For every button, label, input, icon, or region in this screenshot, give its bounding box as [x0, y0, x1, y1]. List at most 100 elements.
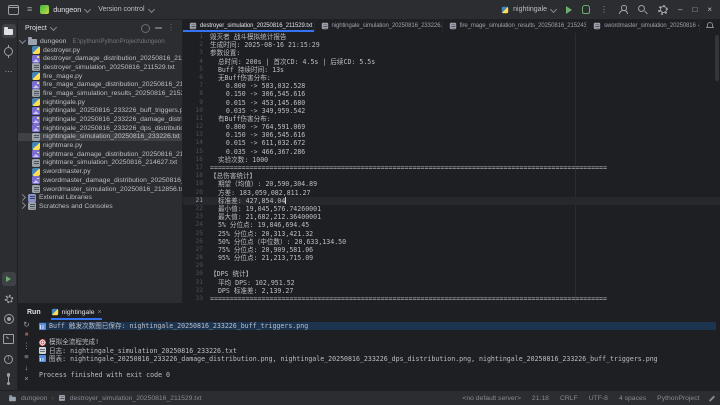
statusbar-item-4[interactable]: 4 spaces: [619, 395, 646, 402]
editor-line[interactable]: 27 75% 分位点: 20,909,581.06: [183, 246, 720, 254]
editor-line[interactable]: 29: [183, 262, 720, 270]
editor-line[interactable]: 21 标准差: 427,854.04: [183, 197, 720, 205]
editor-line[interactable]: 7 0.800 -> 583,032.528: [183, 82, 720, 90]
tree-item-nightmare-damage-distribution-20250816-214627-png[interactable]: nightmare_damage_distribution_20250816_2…: [18, 150, 182, 159]
editor-line[interactable]: 15 0.035 -> 466,367.286: [183, 148, 720, 156]
editor-line[interactable]: 25 25% 分位点: 20,313,421.32: [183, 230, 720, 238]
editor-line[interactable]: 6 无Buff伤害分布:: [183, 74, 720, 82]
editor-tab-fire_mage_simulation[interactable]: fire_mage_simulation_results_20250816_21…: [443, 20, 587, 32]
tree-item-fire-mage-py[interactable]: fire_mage.py: [18, 72, 182, 81]
project-tree[interactable]: dungeonE:\python\PythonProject\dungeonde…: [18, 36, 182, 303]
editor-line[interactable]: 11 有Buff伤害分布:: [183, 115, 720, 123]
editor-line[interactable]: 30【DPS 统计】: [183, 270, 720, 278]
run-tool-window-button[interactable]: [2, 272, 16, 286]
panel-options-icon[interactable]: ⋮: [167, 24, 175, 32]
tree-item-dungeon[interactable]: dungeonE:\python\PythonProject\dungeon: [18, 37, 182, 46]
more-tool-windows-button[interactable]: ⋯: [2, 64, 16, 78]
editor-line[interactable]: 19 期望（均值）: 20,590,304.89: [183, 180, 720, 188]
minimize-button[interactable]: –: [678, 6, 682, 14]
editor[interactable]: 1毁灭者 战斗模拟统计报告2生成时间: 2025-08-16 21:15:293…: [183, 33, 720, 303]
editor-line[interactable]: 3参数设置:: [183, 49, 720, 57]
run-button[interactable]: [566, 6, 572, 14]
tree-item-nightmare-py[interactable]: nightmare.py: [18, 141, 182, 150]
code-with-me-icon[interactable]: [618, 5, 628, 14]
tree-item-swordmaster-py[interactable]: swordmaster.py: [18, 167, 182, 176]
editor-scrollbar-thumb[interactable]: [715, 35, 719, 81]
editor-line[interactable]: 28 95% 分位点: 21,213,715.09: [183, 254, 720, 262]
editor-line[interactable]: 26 50% 分位点（中位数）: 20,633,134.50: [183, 238, 720, 246]
editor-tab-swordmaster_simulati[interactable]: swordmaster_simulation_20250816: [587, 20, 700, 32]
run-configuration-widget[interactable]: nightingale: [501, 6, 556, 14]
settings-gear-icon[interactable]: [658, 5, 668, 15]
tree-item-destroyer-simulation-20250816-211529-txt[interactable]: destroyer_simulation_20250816_211529.txt: [18, 63, 182, 72]
statusbar-item-5[interactable]: PythonProject: [657, 395, 699, 402]
write-access-icon[interactable]: [708, 395, 714, 401]
scroll-to-end-icon[interactable]: ↓: [25, 364, 29, 372]
editor-line[interactable]: 8 0.150 -> 306,545.616: [183, 90, 720, 98]
chevron-right-icon[interactable]: [19, 194, 26, 201]
editor-line[interactable]: 22 最小值: 19,045,576.74260001: [183, 205, 720, 213]
maximize-button[interactable]: □: [692, 6, 697, 14]
editor-line[interactable]: 17======================================…: [183, 164, 720, 172]
tree-item-nightingale-py[interactable]: nightingale.py: [18, 98, 182, 107]
commit-tool-window-button[interactable]: [2, 44, 16, 58]
debug-tool-window-button[interactable]: [2, 312, 16, 326]
run-console[interactable]: Buff 触发次数图已保存: nightingale_20250816_2332…: [35, 320, 720, 390]
editor-line[interactable]: 32 DPS 标准差: 2,139.27: [183, 287, 720, 295]
statusbar-item-3[interactable]: UTF-8: [589, 395, 608, 402]
breadcrumb-project[interactable]: dungeon: [21, 395, 47, 402]
vcs-tool-window-button[interactable]: [2, 372, 16, 386]
clear-console-icon[interactable]: ×: [24, 375, 28, 383]
editor-line[interactable]: 20 方差: 183,059,082,811.27: [183, 189, 720, 197]
notifications-bell-icon[interactable]: [706, 22, 714, 30]
tree-item-fire-mage-simulation-results-20250816-215243-txt[interactable]: fire_mage_simulation_results_20250816_21…: [18, 89, 182, 98]
statusbar-item-2[interactable]: CRLF: [560, 395, 578, 402]
tree-item-fire-mage-damage-distribution-20250816-215243-png[interactable]: fire_mage_damage_distribution_20250816_2…: [18, 80, 182, 89]
tree-item-nightmare-simulation-20250816-214627-txt[interactable]: nightmare_simulation_20250816_214627.txt: [18, 159, 182, 168]
editor-line[interactable]: 10 0.035 -> 349,959.542: [183, 107, 720, 115]
tree-item-nightingale-20250816-233226-damage-distribution-png[interactable]: nightingale_20250816_233226_damage_distr…: [18, 115, 182, 124]
console-options-icon[interactable]: ⋮: [23, 342, 31, 350]
editor-line[interactable]: 16 实验次数: 1000: [183, 156, 720, 164]
close-button[interactable]: ×: [707, 6, 712, 14]
tree-item-nightingale-simulation-20250816-233226-txt[interactable]: nightingale_simulation_20250816_233226.t…: [18, 133, 182, 142]
project-panel-title[interactable]: Project: [25, 25, 47, 32]
soft-wrap-icon[interactable]: ≡: [24, 353, 28, 361]
statusbar-item-0[interactable]: <no default server>: [462, 395, 521, 402]
editor-line[interactable]: 24 5% 分位点: 19,846,694.45: [183, 221, 720, 229]
editor-line[interactable]: 9 0.015 -> 453,145.680: [183, 99, 720, 107]
chevron-down-icon[interactable]: [19, 37, 26, 44]
tree-item-destroyer-py[interactable]: destroyer.py: [18, 46, 182, 55]
editor-line[interactable]: 1毁灭者 战斗模拟统计报告: [183, 33, 720, 41]
more-actions-icon[interactable]: ⋮: [600, 6, 608, 14]
editor-line[interactable]: 12 0.800 -> 764,591.069: [183, 123, 720, 131]
tree-item-nightingale-20250816-233226-buff-triggers-png[interactable]: nightingale_20250816_233226_buff_trigger…: [18, 107, 182, 116]
tree-item-nightingale-20250816-233226-dps-distribution-png[interactable]: nightingale_20250816_233226_dps_distribu…: [18, 124, 182, 133]
project-tool-window-button[interactable]: [2, 24, 16, 38]
editor-line[interactable]: 14 0.015 -> 611,032.672: [183, 139, 720, 147]
debug-button[interactable]: [582, 5, 590, 14]
editor-line[interactable]: 13 0.150 -> 306,545.616: [183, 131, 720, 139]
chevron-down-icon[interactable]: [50, 24, 57, 31]
editor-tab-destroyer_simulation[interactable]: destroyer_simulation_20250816_211529.txt…: [183, 20, 315, 32]
terminal-tool-window-button[interactable]: [2, 332, 16, 346]
tree-item-external-libraries[interactable]: External Libraries: [18, 193, 182, 202]
editor-line[interactable]: 33======================================…: [183, 295, 720, 303]
services-tool-window-button[interactable]: [2, 292, 16, 306]
main-menu-icon[interactable]: ≡: [27, 5, 32, 14]
run-tab-nightingale[interactable]: nightingale ×: [51, 304, 102, 320]
editor-line[interactable]: 2生成时间: 2025-08-16 21:15:29: [183, 41, 720, 49]
close-icon[interactable]: ×: [98, 309, 102, 316]
statusbar-item-1[interactable]: 21:18: [532, 395, 549, 402]
tree-item-scratches-and-consoles[interactable]: Scratches and Consoles: [18, 202, 182, 211]
rerun-icon[interactable]: ↻: [23, 321, 29, 329]
tree-item-swordmaster-damage-distribution-20250816-212856-png[interactable]: swordmaster_damage_distribution_20250816…: [18, 176, 182, 185]
breadcrumb-file[interactable]: destroyer_simulation_20250816_211529.txt: [70, 395, 202, 402]
editor-line[interactable]: 5 Buff 持续时间: 13s: [183, 66, 720, 74]
select-opened-file-icon[interactable]: [141, 24, 150, 33]
app-window-icon[interactable]: [8, 5, 19, 15]
editor-line[interactable]: 4 总时间: 200s | 首次CD: 4.5s | 后续CD: 5.5s: [183, 58, 720, 66]
collapse-all-icon[interactable]: [155, 27, 162, 28]
editor-line[interactable]: 31 平均 DPS: 102,951.52: [183, 279, 720, 287]
tree-item-swordmaster-simulation-20250816-212856-txt[interactable]: swordmaster_simulation_20250816_212856.t…: [18, 185, 182, 194]
